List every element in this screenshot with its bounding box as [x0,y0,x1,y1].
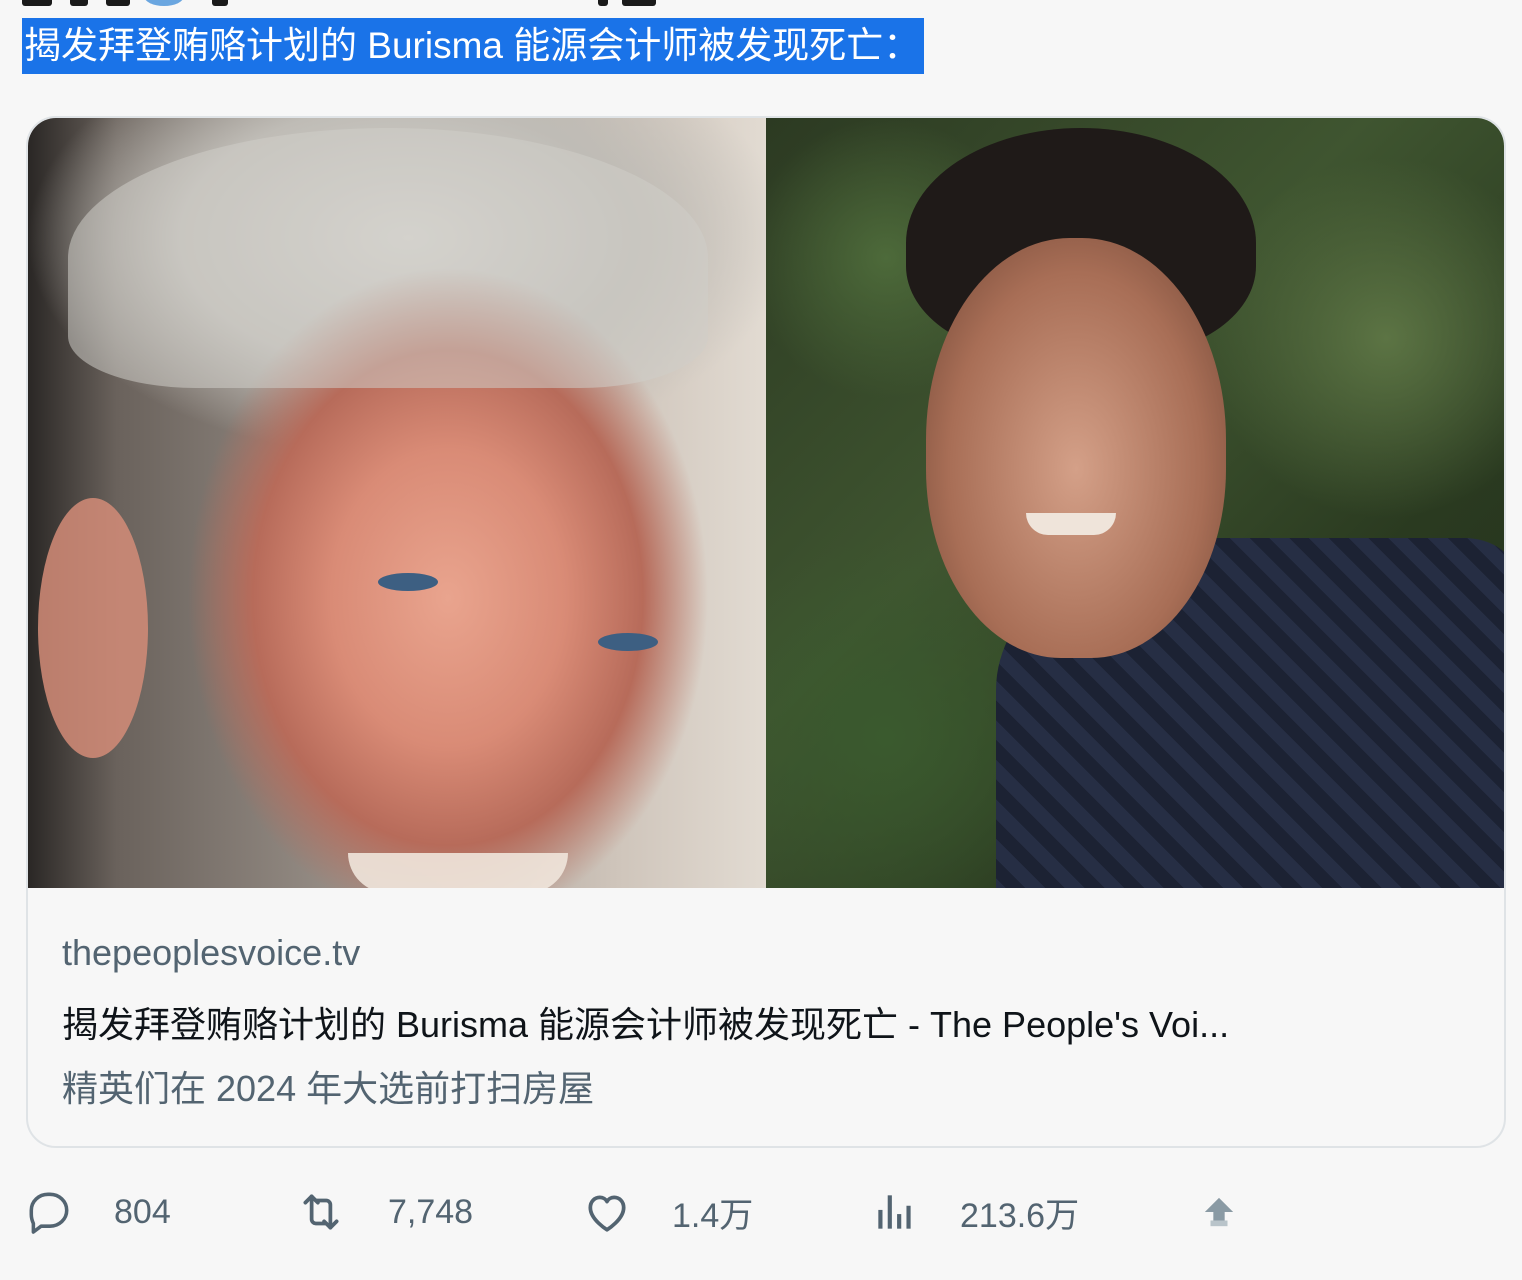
photo-mouth [348,853,568,888]
heart-icon [582,1187,632,1237]
retweet-icon [294,1187,348,1237]
reply-count: 804 [114,1192,171,1231]
photo-eye [598,633,658,651]
verified-badge-icon [144,0,184,6]
share-button[interactable] [1202,1180,1236,1244]
retweet-count: 7,748 [388,1192,474,1231]
tweet-text[interactable]: 揭发拜登贿赂计划的 Burisma 能源会计师被发现死亡： [22,18,925,74]
author-name-fragment [22,0,52,6]
photo-mouth [1026,513,1116,535]
photo-ear [38,498,148,758]
card-body[interactable]: thepeoplesvoice.tv 揭发拜登贿赂计划的 Burisma 能源会… [28,888,1504,1146]
author-name-fragment [70,0,88,6]
like-count: 1.4万 [672,1196,754,1235]
handle-fragment [212,0,228,6]
photo-face [926,238,1226,658]
views-button[interactable]: 213.6万 [870,1180,1079,1244]
tweet-view: 揭发拜登贿赂计划的 Burisma 能源会计师被发现死亡： thepeoples… [0,0,1522,1280]
photo-hair [68,128,708,388]
share-icon [1202,1192,1236,1232]
link-preview-card[interactable]: thepeoplesvoice.tv 揭发拜登贿赂计划的 Burisma 能源会… [26,116,1506,1148]
author-header-cropped [22,0,662,10]
retweet-button[interactable]: 7,748 [294,1180,473,1244]
tweet-actions: 804 7,748 1.4万 213.6万 [24,1180,1502,1244]
card-domain: thepeoplesvoice.tv [62,932,361,973]
views-count: 213.6万 [960,1196,1080,1235]
bar-chart-icon [870,1187,920,1237]
photo-eye [378,573,438,591]
reply-button[interactable]: 804 [24,1180,171,1244]
card-image[interactable] [28,118,1504,888]
reply-icon [24,1187,74,1237]
card-photo-right [766,118,1504,888]
timestamp-fragment [622,0,656,6]
timestamp-fragment [598,0,608,6]
author-name-fragment [106,0,130,6]
like-button[interactable]: 1.4万 [582,1180,753,1244]
card-title: 揭发拜登贿赂计划的 Burisma 能源会计师被发现死亡 - The Peopl… [62,1004,1230,1045]
card-photo-left [28,118,766,888]
card-description: 精英们在 2024 年大选前打扫房屋 [62,1068,595,1109]
